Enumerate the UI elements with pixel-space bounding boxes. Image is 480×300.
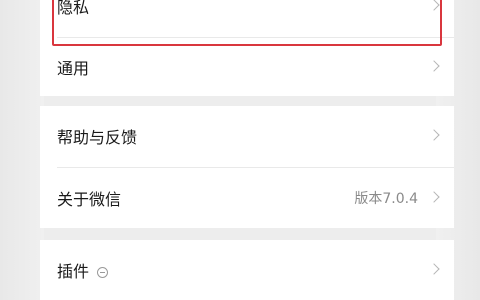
highlight-box (52, 0, 442, 46)
settings-group-3: 插件 (40, 240, 454, 300)
settings-row-help-feedback[interactable]: 帮助与反馈 (40, 106, 454, 166)
settings-row-about[interactable]: 关于微信 版本7.0.4 (40, 168, 454, 228)
settings-row-label: 通用 (57, 59, 90, 78)
settings-row-plugins[interactable]: 插件 (40, 240, 454, 300)
settings-group-2: 帮助与反馈 关于微信 版本7.0.4 (40, 106, 454, 228)
chevron-right-icon (428, 191, 440, 203)
minus-circle-icon (97, 267, 109, 278)
settings-row-general[interactable]: 通用 (40, 38, 454, 96)
chevron-right-icon (428, 129, 440, 141)
settings-page: 隐私 通用 帮助与反馈 关于微信 版本7.0.4 插件 (0, 0, 480, 300)
left-blur-edge (0, 0, 44, 300)
settings-row-label-wrap: 插件 (57, 258, 109, 282)
chevron-right-icon (428, 263, 440, 275)
version-text: 版本7.0.4 (354, 191, 418, 207)
settings-row-label: 关于微信 (57, 190, 122, 209)
settings-row-label: 插件 (57, 262, 90, 281)
settings-row-label: 帮助与反馈 (57, 128, 138, 147)
chevron-right-icon (428, 60, 440, 72)
